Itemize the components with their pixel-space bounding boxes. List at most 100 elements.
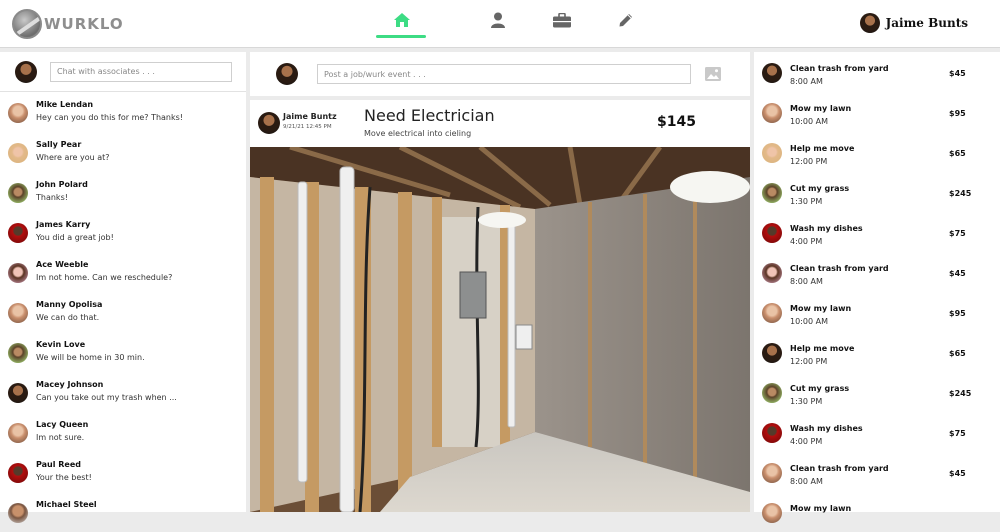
job-name: Clean trash from yard — [790, 64, 889, 73]
list-item[interactable]: Macey Johnson Can you take out my trash w… — [0, 372, 246, 412]
message-sender: Lacy Queen — [36, 420, 89, 429]
job-name: Wash my dishes — [790, 224, 863, 233]
chat-input[interactable]: Chat with associates . . . — [50, 61, 232, 82]
avatar — [762, 503, 782, 523]
job-name: Clean trash from yard — [790, 464, 889, 473]
job-post-card[interactable]: Jaime Buntz 9/21/21 12:45 PM Need Electr… — [250, 100, 750, 512]
list-item[interactable]: Michael Steel — [0, 492, 246, 532]
list-item[interactable]: John Polard Thanks! — [0, 172, 246, 212]
list-item[interactable]: Paul Reed Your the best! — [0, 452, 246, 492]
list-item[interactable]: Lacy Queen Im not sure. — [0, 412, 246, 452]
job-time: 4:00 PM — [790, 237, 823, 246]
message-text: We can do that. — [36, 313, 100, 322]
job-time: 12:00 PM — [790, 357, 828, 366]
job-time: 1:30 PM — [790, 197, 823, 206]
avatar — [258, 112, 280, 134]
user-avatar — [859, 13, 880, 33]
avatar — [8, 503, 28, 523]
avatar — [8, 143, 28, 163]
list-item[interactable]: Mow my lawn 10:00 AM $95 — [754, 92, 1000, 132]
message-text: Your the best! — [36, 473, 92, 482]
job-name: Mow my lawn — [790, 304, 852, 313]
job-name: Cut my grass — [790, 184, 850, 193]
app-logo[interactable]: WURKLO — [12, 8, 124, 40]
job-amount: $245 — [949, 389, 972, 398]
avatar — [8, 463, 28, 483]
message-sender: Kevin Love — [36, 340, 86, 349]
avatar — [8, 183, 28, 203]
job-post-header: Jaime Buntz 9/21/21 12:45 PM Need Electr… — [250, 100, 750, 146]
job-photo[interactable] — [250, 147, 750, 512]
avatar — [762, 423, 782, 443]
avatar — [762, 143, 782, 163]
list-item[interactable]: Cut my grass 1:30 PM $245 — [754, 372, 1000, 412]
jobs-panel: Clean trash from yard 8:00 AM $45 Mow my l… — [754, 52, 1000, 523]
job-amount: $95 — [949, 309, 966, 318]
list-item[interactable]: Sally Pear Where are you at? — [0, 132, 246, 172]
avatar — [8, 423, 28, 443]
list-item[interactable]: Manny Opolisa We can do that. — [0, 292, 246, 332]
poster-name: Jaime Buntz — [283, 112, 337, 121]
list-item[interactable]: Ace Weeble Im not home. Can we reschedule… — [0, 252, 246, 292]
person-icon — [491, 12, 505, 28]
list-item[interactable]: Clean trash from yard 8:00 AM $45 — [754, 452, 1000, 492]
job-amount: $245 — [949, 189, 972, 198]
job-amount: $45 — [949, 69, 966, 78]
job-amount: $95 — [949, 109, 966, 118]
message-text: Can you take out my trash when ... — [36, 393, 177, 402]
chat-list: Mike Lendan Hey can you do this for me? T… — [0, 92, 246, 532]
job-name: Clean trash from yard — [790, 264, 889, 273]
list-item[interactable]: Clean trash from yard 8:00 AM $45 — [754, 52, 1000, 92]
nav-home[interactable] — [376, 0, 428, 40]
avatar — [762, 343, 782, 363]
post-composer: Post a job/wurk event . . . — [250, 52, 750, 96]
avatar — [762, 183, 782, 203]
list-item[interactable]: Kevin Love We will be home in 30 min. — [0, 332, 246, 372]
message-sender: Mike Lendan — [36, 100, 94, 109]
avatar — [762, 103, 782, 123]
job-time: 12:00 PM — [790, 157, 828, 166]
list-item[interactable]: Wash my dishes 4:00 PM $75 — [754, 412, 1000, 452]
avatar — [8, 103, 28, 123]
job-time: 4:00 PM — [790, 437, 823, 446]
nav-edit[interactable] — [594, 0, 658, 40]
job-name: Help me move — [790, 344, 855, 353]
post-input[interactable]: Post a job/wurk event . . . — [317, 64, 691, 84]
job-photo-image — [250, 147, 750, 512]
message-text: Thanks! — [36, 193, 68, 202]
job-time: 8:00 AM — [790, 477, 823, 486]
post-date: 9/21/21 12:45 PM — [283, 124, 332, 130]
nav-profile[interactable] — [466, 0, 530, 40]
list-item[interactable]: Mow my lawn 10:00 AM $95 — [754, 292, 1000, 332]
message-text: Im not sure. — [36, 433, 85, 442]
avatar — [762, 263, 782, 283]
list-item[interactable]: Help me move 12:00 PM $65 — [754, 132, 1000, 172]
main-nav — [376, 0, 658, 48]
list-item[interactable]: Cut my grass 1:30 PM $245 — [754, 172, 1000, 212]
image-icon[interactable] — [705, 67, 721, 81]
top-header: WURKLO Jaime Bunts — [0, 0, 1000, 48]
message-text: Hey can you do this for me? Thanks! — [36, 113, 184, 122]
user-menu[interactable]: Jaime Bunts — [859, 13, 968, 33]
job-price: $145 — [657, 114, 696, 130]
list-item[interactable]: Mow my lawn — [754, 492, 1000, 532]
list-item[interactable]: Help me move 12:00 PM $65 — [754, 332, 1000, 372]
job-name: Wash my dishes — [790, 424, 863, 433]
message-sender: Manny Opolisa — [36, 300, 103, 309]
job-time: 10:00 AM — [790, 317, 828, 326]
message-sender: Paul Reed — [36, 460, 82, 469]
list-item[interactable]: James Karry You did a great job! — [0, 212, 246, 252]
list-item[interactable]: Wash my dishes 4:00 PM $75 — [754, 212, 1000, 252]
avatar — [8, 223, 28, 243]
avatar — [8, 343, 28, 363]
avatar — [762, 223, 782, 243]
list-item[interactable]: Clean trash from yard 8:00 AM $45 — [754, 252, 1000, 292]
job-time: 8:00 AM — [790, 77, 823, 86]
user-name: Jaime Bunts — [885, 16, 968, 30]
message-sender: Michael Steel — [36, 500, 97, 509]
avatar — [15, 60, 37, 83]
chat-compose: Chat with associates . . . — [0, 52, 246, 92]
list-item[interactable]: Mike Lendan Hey can you do this for me? T… — [0, 92, 246, 132]
avatar — [762, 63, 782, 83]
nav-jobs[interactable] — [530, 0, 594, 40]
